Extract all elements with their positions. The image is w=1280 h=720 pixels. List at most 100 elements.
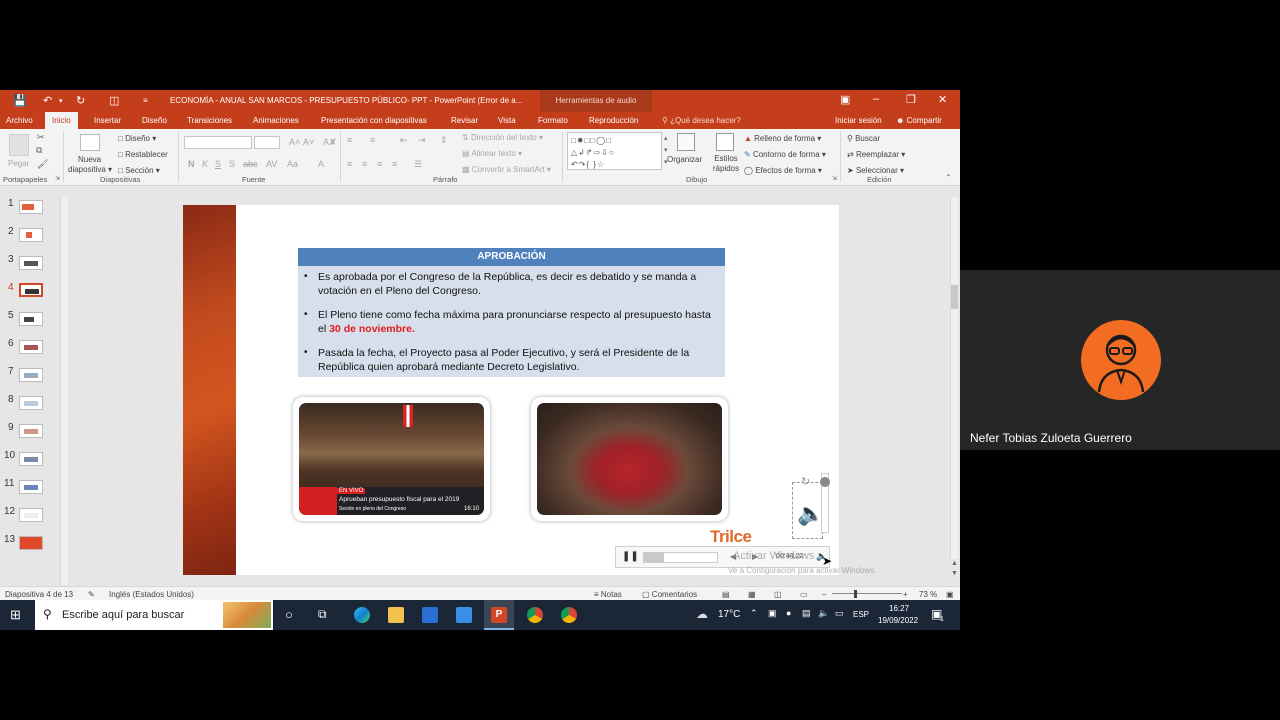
cortana-icon[interactable]: ○: [285, 607, 293, 622]
numbering-icon[interactable]: ≡: [370, 135, 375, 145]
shape-fill-button[interactable]: ▲ Relleno de forma ▾: [744, 134, 821, 143]
thumbnail-slide-5[interactable]: [19, 312, 43, 326]
slide-scrollbar-thumb[interactable]: [951, 285, 958, 309]
bullets-icon[interactable]: ≡: [347, 135, 352, 145]
redo-icon[interactable]: ↻: [76, 94, 85, 107]
chrome-profile-icon[interactable]: [561, 607, 577, 623]
normal-view-icon[interactable]: ▤: [722, 590, 730, 599]
align-text-button[interactable]: ▤ Alinear texto ▾: [462, 149, 522, 158]
edge-icon[interactable]: [354, 607, 370, 623]
decrease-font-icon[interactable]: A˅: [303, 137, 314, 147]
cut-icon[interactable]: ✂: [37, 132, 45, 143]
paste-button[interactable]: Pegar: [8, 159, 29, 168]
slide-sorter-icon[interactable]: ▦: [748, 590, 756, 599]
layout-button[interactable]: □ Diseño ▾: [118, 134, 156, 143]
thumbnail-slide-3[interactable]: [19, 256, 43, 270]
shadow-icon[interactable]: S: [229, 159, 235, 169]
battery-icon[interactable]: ▭: [835, 608, 844, 619]
quick-styles-icon[interactable]: [716, 133, 734, 151]
collapse-ribbon-icon[interactable]: ⌃: [945, 173, 952, 182]
congress-news-photo[interactable]: EN VIVO Aprueban presupuesto fiscal para…: [293, 397, 490, 521]
drawing-launcher-icon[interactable]: ⇲: [832, 175, 837, 182]
section-button[interactable]: □ Sección ▾: [118, 166, 160, 175]
comments-button[interactable]: ▢ Comentarios: [642, 590, 697, 599]
language-indicator[interactable]: Inglés (Estados Unidos): [109, 590, 194, 599]
increase-indent-icon[interactable]: ⇥: [418, 135, 426, 146]
slideshow-view-icon[interactable]: ▭: [800, 590, 808, 599]
customize-toolbar-icon[interactable]: ≡: [143, 96, 148, 105]
copy-icon[interactable]: ⧉: [36, 145, 42, 156]
undo-icon[interactable]: ↶: [43, 94, 52, 107]
thumbnail-slide-4[interactable]: [19, 283, 43, 297]
tell-me-search[interactable]: ⚲ ¿Qué desea hacer?: [662, 116, 741, 125]
thumbnails-scrollbar[interactable]: [60, 197, 68, 585]
clock-time[interactable]: 16:27: [889, 604, 909, 613]
start-from-beginning-icon[interactable]: ◫: [109, 94, 119, 107]
shape-outline-button[interactable]: ✎ Contorno de forma ▾: [744, 150, 826, 159]
thumbnail-slide-6[interactable]: [19, 340, 43, 354]
char-spacing-icon[interactable]: AV: [266, 159, 277, 169]
align-left-icon[interactable]: ≡: [347, 159, 352, 169]
temperature[interactable]: 17°C: [718, 609, 740, 620]
find-button[interactable]: ⚲ Buscar: [847, 134, 880, 143]
align-right-icon[interactable]: ≡: [377, 159, 382, 169]
ribbon-display-options-icon[interactable]: ▣: [840, 93, 850, 106]
thumbnail-slide-12[interactable]: [19, 508, 43, 522]
shapes-scroll-up-icon[interactable]: ▴: [664, 134, 668, 142]
italic-icon[interactable]: K: [202, 159, 208, 169]
tab-revisar[interactable]: Revisar: [451, 116, 478, 125]
thumbnail-slide-9[interactable]: [19, 424, 43, 438]
close-icon[interactable]: ✕: [938, 93, 947, 106]
audio-progress-track[interactable]: [643, 552, 718, 563]
tab-reproduccion[interactable]: Reproducción: [589, 116, 638, 125]
clipboard-launcher-icon[interactable]: ⇲: [55, 175, 60, 182]
new-slide-button[interactable]: Nueva: [78, 155, 101, 164]
sign-in-link[interactable]: Iniciar sesión: [835, 116, 882, 125]
input-language[interactable]: ESP: [853, 610, 869, 619]
tab-presentacion[interactable]: Presentación con diapositivas: [321, 116, 427, 125]
tab-insertar[interactable]: Insertar: [94, 116, 121, 125]
content-box[interactable]: APROBACIÓN • Es aprobada por el Congreso…: [298, 248, 725, 377]
arrange-button[interactable]: Organizar: [667, 155, 702, 164]
undo-dropdown-icon[interactable]: ▾: [59, 97, 63, 105]
select-button[interactable]: ➤ Seleccionar ▾: [847, 166, 904, 175]
thumbnail-slide-7[interactable]: [19, 368, 43, 382]
fit-to-window-icon[interactable]: ▣: [946, 590, 954, 599]
chrome-icon[interactable]: [527, 607, 543, 623]
decrease-indent-icon[interactable]: ⇤: [400, 135, 408, 146]
shape-effects-button[interactable]: ◯ Efectos de forma ▾: [744, 166, 822, 175]
reading-view-icon[interactable]: ◫: [774, 590, 782, 599]
zoom-slider[interactable]: [832, 593, 902, 594]
slide-scrollbar[interactable]: [950, 197, 958, 559]
zoom-level[interactable]: 73 %: [919, 590, 937, 599]
tab-animaciones[interactable]: Animaciones: [253, 116, 299, 125]
paste-icon[interactable]: [9, 134, 29, 156]
show-hidden-icons-icon[interactable]: ⌃: [750, 608, 758, 619]
tab-inicio[interactable]: Inicio: [45, 112, 78, 129]
font-name-input[interactable]: [184, 136, 252, 149]
volume-slider-handle[interactable]: [820, 477, 830, 487]
taskbar-search-box[interactable]: ⚲ Escribe aquí para buscar: [35, 600, 273, 630]
thumbnail-slide-1[interactable]: [19, 200, 43, 214]
zoom-in-icon[interactable]: +: [903, 590, 908, 599]
smartart-button[interactable]: ▩ Convertir a SmartArt ▾: [462, 165, 551, 174]
previous-slide-icon[interactable]: ▲: [951, 560, 958, 567]
quick-styles-button[interactable]: Estilos rápidos: [711, 154, 741, 174]
task-view-icon[interactable]: ⧉: [318, 607, 327, 622]
participant-video-tile[interactable]: Nefer Tobias Zuloeta Guerrero: [960, 270, 1280, 450]
underline-icon[interactable]: S: [215, 159, 221, 169]
slide-canvas[interactable]: APROBACIÓN • Es aprobada por el Congreso…: [183, 205, 839, 575]
wifi-icon[interactable]: ▤: [802, 608, 811, 619]
powerpoint-taskbar-button[interactable]: P: [484, 600, 514, 630]
strikethrough-icon[interactable]: abc: [243, 159, 258, 169]
clear-format-icon[interactable]: A✘: [323, 137, 337, 148]
file-explorer-icon[interactable]: [388, 607, 404, 623]
microphone-icon[interactable]: ●: [786, 608, 791, 618]
increase-font-icon[interactable]: A˄: [289, 137, 300, 147]
new-slide-label[interactable]: diapositiva ▾: [68, 165, 112, 174]
thumbnail-slide-2[interactable]: [19, 228, 43, 242]
windows-start-icon[interactable]: ⊞: [10, 607, 21, 623]
font-size-input[interactable]: [254, 136, 280, 149]
thumbnail-slide-13[interactable]: [19, 536, 43, 550]
minimize-icon[interactable]: –: [873, 93, 879, 105]
